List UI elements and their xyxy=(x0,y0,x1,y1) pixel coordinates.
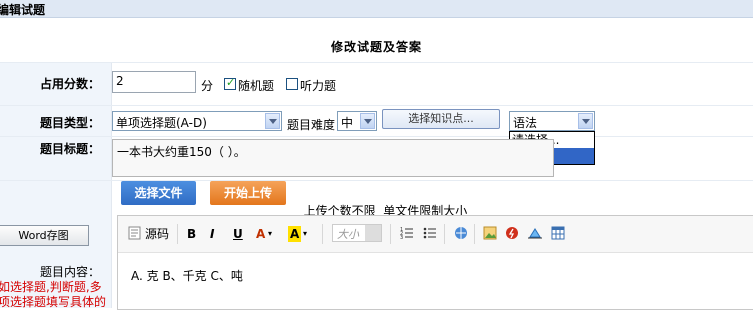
chevron-down-icon: ▾ xyxy=(268,229,273,238)
chevron-down-icon xyxy=(360,113,375,129)
difficulty-value: 中 xyxy=(341,116,354,130)
select-file-button[interactable]: 选择文件 xyxy=(121,181,196,205)
bold-button[interactable]: B xyxy=(187,226,196,242)
chevron-down-icon: ▾ xyxy=(303,229,308,238)
svg-text:3: 3 xyxy=(400,235,403,240)
row-divider xyxy=(0,136,753,137)
toolbar-divider xyxy=(390,224,391,244)
source-button[interactable]: 源码 xyxy=(145,226,169,242)
highlight-button[interactable]: A xyxy=(288,226,302,242)
difficulty-label: 题目难度 xyxy=(287,118,336,132)
row-divider xyxy=(0,105,753,106)
italic-button[interactable]: I xyxy=(210,226,214,242)
listening-checkbox[interactable] xyxy=(286,78,298,90)
unordered-list-icon[interactable] xyxy=(423,226,437,242)
row-divider xyxy=(0,180,753,181)
font-size-placeholder: 大小 xyxy=(337,228,359,241)
font-color-button[interactable]: A xyxy=(256,226,265,242)
chevron-down-icon xyxy=(365,225,381,241)
toolbar-divider xyxy=(474,224,475,244)
form-header: 修改试题及答案 xyxy=(0,18,753,68)
toolbar-divider xyxy=(444,224,445,244)
question-type-value: 单项选择题(A-D) xyxy=(116,116,207,130)
difficulty-select[interactable]: 中 xyxy=(337,111,377,131)
underline-button[interactable]: U xyxy=(233,226,243,242)
link-icon[interactable] xyxy=(453,226,469,242)
chart-icon[interactable] xyxy=(527,226,543,242)
chevron-down-icon xyxy=(265,113,280,129)
content-hint-line2: 项选择题填写具体的 xyxy=(0,295,107,309)
font-size-select[interactable]: 大小 xyxy=(332,224,382,242)
knowledge-point-select[interactable]: 语法 xyxy=(509,111,595,131)
ordered-list-icon[interactable]: 123 xyxy=(400,226,414,242)
knowledge-point-value: 语法 xyxy=(513,116,538,130)
chevron-down-icon xyxy=(578,113,593,129)
toolbar-divider xyxy=(177,224,178,244)
source-icon[interactable] xyxy=(128,226,142,242)
random-checkbox[interactable] xyxy=(224,76,236,90)
listening-label: 听力题 xyxy=(300,79,337,93)
editor-toolbar: 源码 B I U A ▾ A ▾ 大小 123 xyxy=(118,216,753,253)
editor-content[interactable]: A. 克 B、千克 C、吨 xyxy=(131,267,243,284)
window-title: 编辑试题 xyxy=(0,3,46,17)
score-input[interactable]: 2 xyxy=(112,71,196,93)
page-title: 修改试题及答案 xyxy=(330,40,422,54)
start-upload-button[interactable]: 开始上传 xyxy=(210,181,286,205)
stem-textarea[interactable]: 一本书大约重150（ ）。 xyxy=(112,139,554,177)
question-type-label: 题目类型： xyxy=(39,116,100,130)
word-save-image-button[interactable]: Word存图 xyxy=(0,225,89,246)
select-knowledge-point-button[interactable]: 选择知识点... xyxy=(382,109,500,129)
random-label: 随机题 xyxy=(238,79,275,93)
flash-icon[interactable] xyxy=(505,226,519,242)
window-titlebar: 编辑试题 xyxy=(0,0,753,18)
score-label: 占用分数： xyxy=(39,77,100,91)
close-button[interactable] xyxy=(733,2,747,16)
question-type-select[interactable]: 单项选择题(A-D) xyxy=(112,111,282,131)
stem-label: 题目标题： xyxy=(39,142,100,156)
score-unit: 分 xyxy=(201,79,214,93)
toolbar-divider xyxy=(322,224,323,244)
table-icon[interactable] xyxy=(551,226,565,242)
image-icon[interactable] xyxy=(483,226,497,242)
row-divider xyxy=(0,62,753,63)
